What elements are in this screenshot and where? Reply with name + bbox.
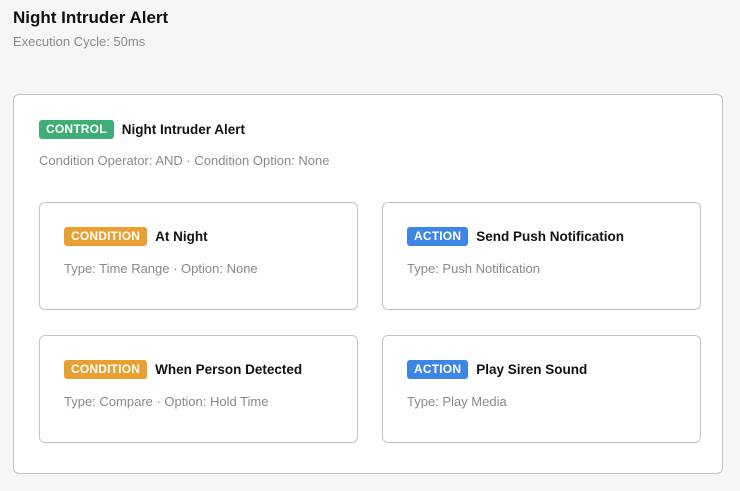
- card-meta: Type: Play Media: [407, 394, 507, 409]
- card-header: CONDITION At Night: [64, 227, 208, 246]
- execution-cycle-text: Execution Cycle: 50ms: [13, 34, 146, 49]
- control-badge: CONTROL: [39, 120, 114, 139]
- action-card-play-siren-sound[interactable]: ACTION Play Siren Sound Type: Play Media: [382, 335, 701, 443]
- card-title: At Night: [155, 229, 208, 244]
- card-header: ACTION Send Push Notification: [407, 227, 624, 246]
- control-header: CONTROL Night Intruder Alert: [39, 120, 245, 139]
- action-card-send-push-notification[interactable]: ACTION Send Push Notification Type: Push…: [382, 202, 701, 310]
- condition-badge: CONDITION: [64, 227, 148, 246]
- page-title: Night Intruder Alert: [13, 8, 169, 27]
- condition-card-at-night[interactable]: CONDITION At Night Type: Time Range · Op…: [39, 202, 358, 310]
- card-meta: Type: Time Range · Option: None: [64, 261, 258, 276]
- condition-card-when-person-detected[interactable]: CONDITION When Person Detected Type: Com…: [39, 335, 358, 443]
- card-meta: Type: Compare · Option: Hold Time: [64, 394, 269, 409]
- action-badge: ACTION: [407, 227, 469, 246]
- card-header: ACTION Play Siren Sound: [407, 360, 587, 379]
- action-badge: ACTION: [407, 360, 469, 379]
- card-title: When Person Detected: [155, 362, 303, 377]
- card-header: CONDITION When Person Detected: [64, 360, 302, 379]
- card-title: Play Siren Sound: [476, 362, 588, 377]
- control-card[interactable]: CONTROL Night Intruder Alert Condition O…: [13, 94, 723, 474]
- card-meta: Type: Push Notification: [407, 261, 540, 276]
- control-title: Night Intruder Alert: [121, 122, 245, 137]
- condition-badge: CONDITION: [64, 360, 148, 379]
- card-title: Send Push Notification: [476, 229, 624, 244]
- control-meta: Condition Operator: AND · Condition Opti…: [39, 153, 330, 168]
